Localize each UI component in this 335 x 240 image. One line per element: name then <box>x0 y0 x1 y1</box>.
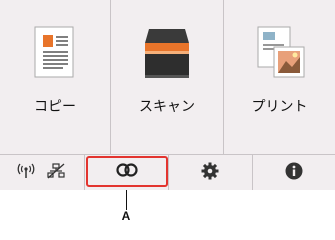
info-button[interactable] <box>252 155 335 190</box>
link-button[interactable] <box>86 156 168 187</box>
menu-tile-print[interactable]: プリント <box>224 0 335 154</box>
settings-button[interactable] <box>168 155 252 190</box>
scanner-icon <box>139 25 195 85</box>
menu-tile-scan[interactable]: スキャン <box>111 0 223 154</box>
gear-icon <box>201 162 219 184</box>
menu-label-copy: コピー <box>34 99 76 115</box>
callout-label: A <box>121 209 131 223</box>
menu-tile-copy[interactable]: コピー <box>0 0 110 154</box>
info-icon <box>285 162 303 184</box>
wired-lan-disabled-icon <box>47 162 65 183</box>
network-status-button[interactable] <box>0 155 82 190</box>
link-icon <box>116 162 138 181</box>
callout-line <box>126 190 127 210</box>
home-screen: コピー スキャン プリント <box>0 0 335 190</box>
menu-label-scan: スキャン <box>139 99 195 115</box>
menu-label-print: プリント <box>251 99 308 115</box>
divider <box>84 155 85 190</box>
wireless-lan-icon <box>17 163 35 183</box>
copy-document-icon <box>33 25 77 85</box>
print-photo-icon <box>254 25 306 85</box>
